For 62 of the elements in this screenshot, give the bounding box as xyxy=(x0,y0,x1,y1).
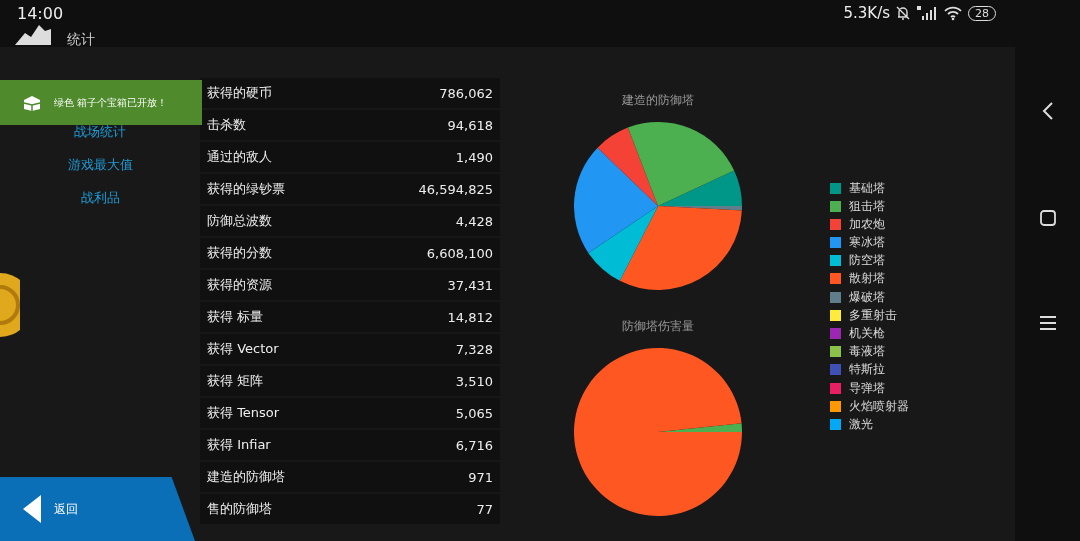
stat-value: 786,062 xyxy=(439,85,493,101)
stat-label: 获得的绿钞票 xyxy=(207,180,285,198)
sidebar-link[interactable]: 游戏最大值 xyxy=(67,156,133,174)
back-button[interactable]: 返回 xyxy=(0,477,195,541)
stat-value: 971 xyxy=(468,469,493,485)
stat-label: 售的防御塔 xyxy=(207,500,272,518)
legend-label: 加农炮 xyxy=(849,215,885,233)
legend-label: 狙击塔 xyxy=(849,197,885,215)
legend-label: 毒液塔 xyxy=(849,343,885,361)
legend-label: 特斯拉 xyxy=(849,361,885,379)
stat-value: 37,431 xyxy=(447,277,493,293)
chart-title: 建造的防御塔 xyxy=(621,92,694,109)
back-arrow-icon xyxy=(23,495,41,523)
page-title: 统计 xyxy=(67,31,95,49)
stat-label: 获得的硬币 xyxy=(207,84,272,102)
legend-label: 基础塔 xyxy=(849,179,885,197)
stat-label: 建造的防御塔 xyxy=(207,468,285,486)
legend-label: 机关枪 xyxy=(849,325,885,342)
legend-label: 爆破塔 xyxy=(849,288,885,306)
stat-label: 击杀数 xyxy=(207,116,246,134)
legend-label: 火焰喷射器 xyxy=(849,397,909,415)
chart-title: 防御塔伤害量 xyxy=(621,317,694,335)
stat-label: 防御总波数 xyxy=(207,212,272,230)
stat-value: 7,328 xyxy=(455,341,493,357)
wifi-icon xyxy=(943,5,963,21)
coin-icon xyxy=(0,273,20,337)
stat-value: 6,608,100 xyxy=(426,245,493,261)
stat-value: 5,065 xyxy=(455,405,493,421)
toast-message: 绿色 箱子个宝箱已开放！ xyxy=(54,95,168,110)
legend-label: 散射塔 xyxy=(849,270,885,288)
home-square-icon[interactable] xyxy=(1039,210,1056,226)
stat-label: 获得 矩阵 xyxy=(207,372,264,390)
stat-label: 获得的资源 xyxy=(207,276,272,294)
legend-label: 防空塔 xyxy=(849,252,885,270)
stat-value: 3,510 xyxy=(455,373,493,389)
stat-label: 获得的分数 xyxy=(207,244,272,262)
stat-label: 获得 标量 xyxy=(207,308,264,326)
stat-value: 77 xyxy=(476,501,493,517)
clock-time: 14:00 xyxy=(17,3,64,23)
stat-value: 4,428 xyxy=(455,213,493,229)
chest-icon xyxy=(22,93,42,112)
sidebar-link[interactable]: 战利品 xyxy=(80,189,120,207)
signal-icon xyxy=(916,5,938,21)
back-chevron-icon[interactable] xyxy=(1041,102,1054,120)
stat-label: 获得 Tensor xyxy=(207,404,280,422)
stat-label: 获得 Vector xyxy=(207,340,279,358)
legend-label: 多重射击 xyxy=(849,306,897,324)
stat-label: 获得 Infiar xyxy=(207,436,271,454)
stat-value: 1,490 xyxy=(455,149,493,165)
sidebar-link[interactable]: 战场统计 xyxy=(74,123,126,141)
mountain-icon xyxy=(15,25,51,45)
stat-value: 94,618 xyxy=(447,117,493,133)
stat-value: 46,594,825 xyxy=(418,181,493,197)
stat-label: 通过的敌人 xyxy=(207,148,272,166)
legend-label: 激光 xyxy=(849,415,873,433)
legend-label: 寒冰塔 xyxy=(849,234,885,252)
legend-label: 导弹塔 xyxy=(849,379,885,397)
stat-value: 6,716 xyxy=(455,437,493,453)
muted-bell-icon xyxy=(895,5,911,21)
stat-value: 14,812 xyxy=(447,309,493,325)
network-speed: 5.3K/s xyxy=(843,4,890,22)
menu-icon[interactable] xyxy=(1039,316,1056,330)
